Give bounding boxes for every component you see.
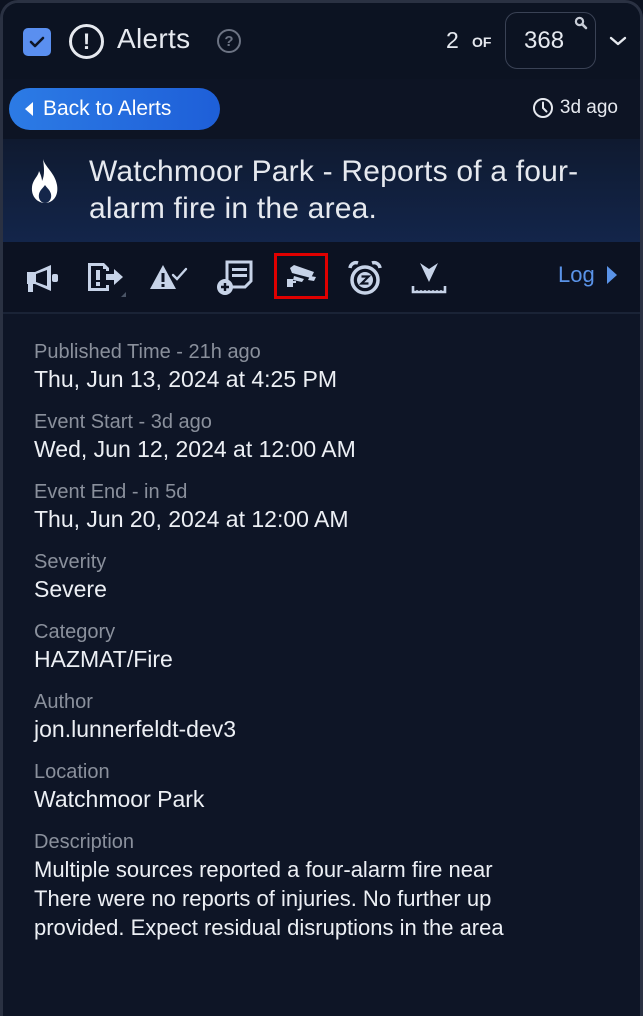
megaphone-icon xyxy=(27,265,58,292)
checkmark-icon xyxy=(29,36,45,48)
description-line: There were no reports of injuries. No fu… xyxy=(34,886,492,911)
field-value: Thu, Jun 20, 2024 at 12:00 AM xyxy=(34,506,349,532)
security-camera-icon xyxy=(287,265,316,287)
event-start-field: Event Start - 3d ago Wed, Jun 12, 2024 a… xyxy=(34,409,640,463)
search-icon xyxy=(574,16,588,30)
field-label: Description xyxy=(34,831,135,853)
action-toolbar: Log xyxy=(3,242,640,314)
page-title: Alerts xyxy=(117,23,191,54)
alert-details: Published Time - 21h ago Thu, Jun 13, 20… xyxy=(34,339,640,958)
pager-current: 2 xyxy=(446,27,459,53)
time-ago-text: 3d ago xyxy=(559,97,618,118)
add-note-icon xyxy=(217,260,253,295)
caret-right-icon xyxy=(606,266,617,284)
export-alert-icon xyxy=(88,263,126,297)
field-value: jon.lunnerfeldt-dev3 xyxy=(34,716,237,742)
export-alert-button[interactable] xyxy=(83,256,127,300)
location-field: Location Watchmoor Park xyxy=(34,759,640,813)
field-label: Event End - in 5d xyxy=(34,481,188,503)
time-ago: 3d ago xyxy=(532,97,618,119)
description-line: provided. Expect residual disruptions in… xyxy=(34,915,504,940)
field-value: Severe xyxy=(34,576,107,602)
sub-header: Back to Alerts 3d ago xyxy=(3,79,640,139)
field-value: Watchmoor Park xyxy=(34,786,205,812)
broadcast-button[interactable] xyxy=(21,256,65,300)
field-value: HAZMAT/Fire xyxy=(34,646,173,672)
field-label: Event Start - 3d ago xyxy=(34,411,212,433)
header-bar: ! Alerts ? 2 OF 368 xyxy=(3,3,640,79)
published-time-field: Published Time - 21h ago Thu, Jun 13, 20… xyxy=(34,339,640,393)
pager-of-label: OF xyxy=(472,34,492,50)
snooze-alarm-icon xyxy=(348,260,382,295)
alert-exclamation-icon: ! xyxy=(69,24,104,59)
caret-left-icon xyxy=(25,102,33,116)
fire-icon xyxy=(31,159,58,203)
description-field: Description Multiple sources reported a … xyxy=(34,829,640,942)
log-label: Log xyxy=(558,262,595,287)
field-label: Severity xyxy=(34,551,107,573)
field-label: Category xyxy=(34,621,116,643)
category-field: Category HAZMAT/Fire xyxy=(34,619,640,673)
alert-title-banner: Watchmoor Park - Reports of a four-alarm… xyxy=(3,139,640,242)
field-label: Location xyxy=(34,761,110,783)
cameras-button[interactable] xyxy=(274,253,328,299)
chevron-down-icon[interactable] xyxy=(609,35,627,47)
select-checkbox[interactable] xyxy=(23,28,51,56)
add-note-button[interactable] xyxy=(213,256,257,300)
event-end-field: Event End - in 5d Thu, Jun 20, 2024 at 1… xyxy=(34,479,640,533)
snooze-button[interactable] xyxy=(343,256,387,300)
measure-range-icon xyxy=(411,263,447,294)
alert-title: Watchmoor Park - Reports of a four-alarm… xyxy=(89,155,579,225)
clock-icon xyxy=(532,98,553,118)
author-field: Author jon.lunnerfeldt-dev3 xyxy=(34,689,640,743)
alert-detail-panel: ! Alerts ? 2 OF 368 Back to Alerts 3d ag… xyxy=(0,0,643,1016)
field-label: Published Time - 21h ago xyxy=(34,341,261,363)
back-to-alerts-button[interactable]: Back to Alerts xyxy=(9,88,220,130)
field-value: Wed, Jun 12, 2024 at 12:00 AM xyxy=(34,436,356,462)
back-button-label: Back to Alerts xyxy=(43,97,172,120)
field-label: Author xyxy=(34,691,93,713)
acknowledge-button[interactable] xyxy=(147,256,191,300)
acknowledge-warning-icon xyxy=(150,265,188,289)
severity-field: Severity Severe xyxy=(34,549,640,603)
field-value: Thu, Jun 13, 2024 at 4:25 PM xyxy=(34,366,338,392)
log-link[interactable]: Log xyxy=(558,262,617,288)
range-button[interactable] xyxy=(407,256,451,300)
help-icon[interactable]: ? xyxy=(217,29,241,53)
pager-total-search[interactable]: 368 xyxy=(505,12,596,69)
pager-total: 368 xyxy=(524,27,565,54)
description-line: Multiple sources reported a four-alarm f… xyxy=(34,857,493,882)
